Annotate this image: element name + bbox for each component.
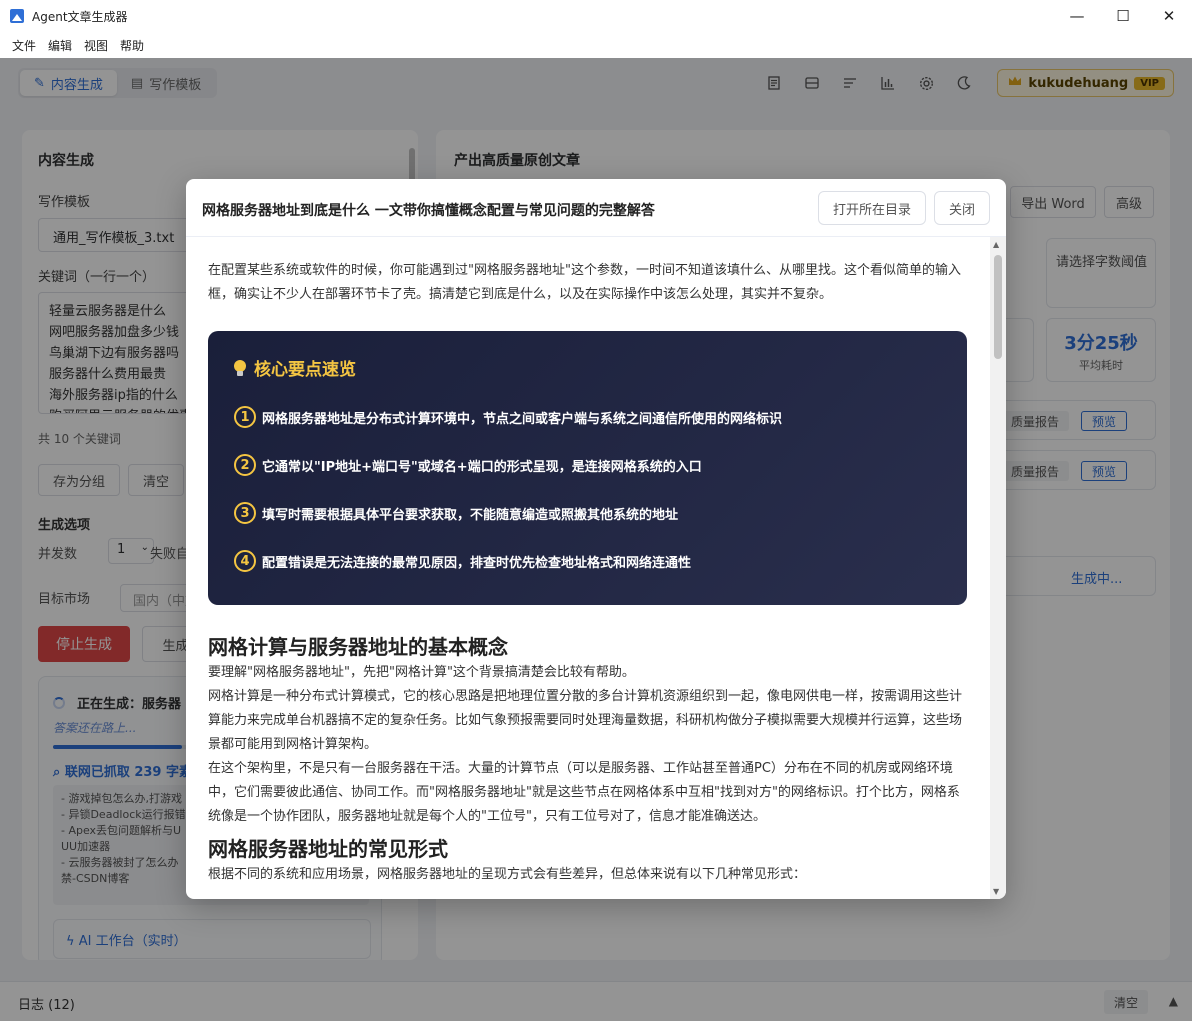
key-points-card: 核心要点速览 1 网格服务器地址是分布式计算环境中，节点之间或客户端与系统之间通… [208,331,967,605]
app-logo-icon [10,9,24,23]
key-point: 3 填写时需要根据具体平台要求获取，不能随意编造或照搬其他系统的地址 [234,502,941,524]
close-modal-button[interactable]: 关闭 [934,191,990,225]
key-points-title: 核心要点速览 [234,355,941,380]
lightbulb-icon [234,359,246,376]
key-point-text: 配置错误是无法连接的最常见原因，排查时优先检查地址格式和网络连通性 [262,555,692,571]
paragraph: 网格计算是一种分布式计算模式，它的核心思路是把地理位置分散的多台计算机资源组织到… [208,689,963,752]
menu-file[interactable]: 文件 [6,37,42,54]
number-badge: 4 [234,550,256,572]
modal-header: 网格服务器地址到底是什么 一文带你搞懂概念配置与常见问题的完整解答 打开所在目录… [186,179,1006,237]
scroll-down-icon[interactable]: ▼ [993,887,999,896]
article-content[interactable]: 在配置某些系统或软件的时候，你可能遇到过"网格服务器地址"这个参数，一时间不知道… [186,237,990,899]
scroll-up-icon[interactable]: ▲ [993,240,999,249]
title-bar: Agent文章生成器 — ☐ ✕ [0,0,1192,32]
section-heading: 网格计算与服务器地址的基本概念 [208,635,508,659]
key-point: 4 配置错误是无法连接的最常见原因，排查时优先检查地址格式和网络连通性 [234,550,941,572]
menu-edit[interactable]: 编辑 [42,37,78,54]
close-window-button[interactable]: ✕ [1146,0,1192,32]
paragraph: 在这个架构里，不是只有一台服务器在干活。大量的计算节点（可以是服务器、工作站甚至… [208,761,960,824]
key-points-title-text: 核心要点速览 [254,360,356,380]
key-point: 1 网格服务器地址是分布式计算环境中，节点之间或客户端与系统之间通信所使用的网络… [234,406,941,428]
menu-help[interactable]: 帮助 [114,37,150,54]
number-badge: 1 [234,406,256,428]
section-heading: 网格服务器地址的常见形式 [208,837,448,861]
window-controls: — ☐ ✕ [1054,0,1192,32]
window-title: Agent文章生成器 [32,9,128,24]
paragraph: 根据不同的系统和应用场景，网格服务器地址的呈现方式会有些差异，但总体来说有以下几… [208,867,807,882]
number-badge: 3 [234,502,256,524]
menu-bar: 文件 编辑 视图 帮助 [0,32,1192,58]
key-point-text: 填写时需要根据具体平台要求获取，不能随意编造或照搬其他系统的地址 [262,507,679,523]
article-preview-modal: 网格服务器地址到底是什么 一文带你搞懂概念配置与常见问题的完整解答 打开所在目录… [186,179,1006,899]
key-point-text: 网格服务器地址是分布式计算环境中，节点之间或客户端与系统之间通信所使用的网络标识 [262,411,783,427]
paragraph: 要理解"网格服务器地址"，先把"网格计算"这个背景搞清楚会比较有帮助。 [208,665,635,680]
intro-paragraph: 在配置某些系统或软件的时候，你可能遇到过"网格服务器地址"这个参数，一时间不知道… [208,263,961,302]
scrollbar-thumb[interactable] [994,255,1002,359]
number-badge: 2 [234,454,256,476]
open-folder-button[interactable]: 打开所在目录 [818,191,926,225]
menu-view[interactable]: 视图 [78,37,114,54]
minimize-button[interactable]: — [1054,0,1100,32]
modal-scrollbar[interactable]: ▲ ▼ [990,237,1006,899]
modal-title: 网格服务器地址到底是什么 一文带你搞懂概念配置与常见问题的完整解答 [202,203,655,219]
key-point: 2 它通常以"IP地址+端口号"或域名+端口的形式呈现，是连接网格系统的入口 [234,454,941,476]
maximize-button[interactable]: ☐ [1100,0,1146,32]
key-point-text: 它通常以"IP地址+端口号"或域名+端口的形式呈现，是连接网格系统的入口 [262,459,702,475]
